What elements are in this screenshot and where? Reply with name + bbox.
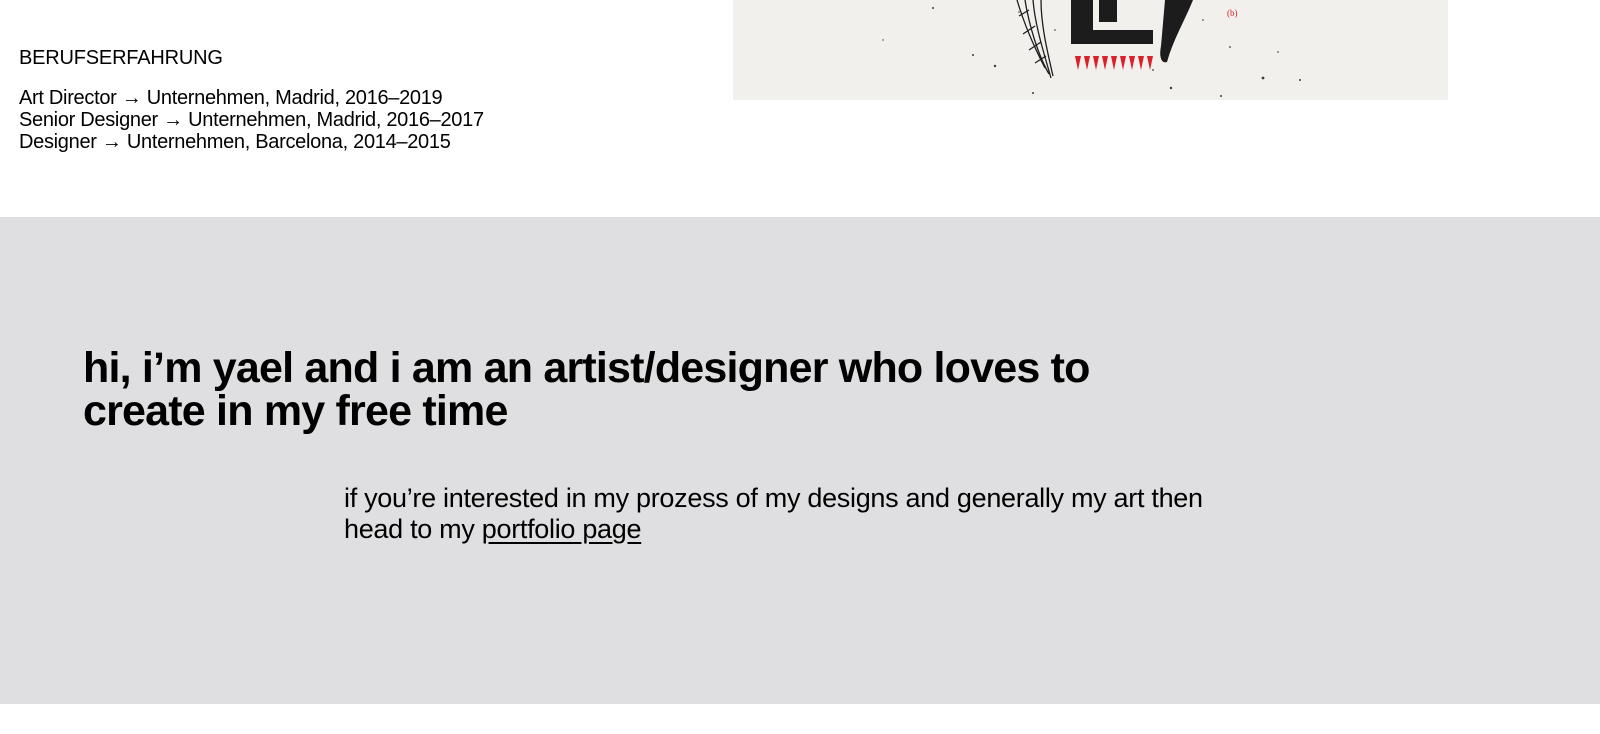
experience-section: BERUFSERFAHRUNG Art Director → Unternehm… <box>19 46 559 153</box>
experience-item: Art Director → Unternehmen, Madrid, 2016… <box>19 87 443 109</box>
intro-text: if you’re interested in my prozess of my… <box>344 483 1203 544</box>
experience-heading: BERUFSERFAHRUNG <box>19 47 223 69</box>
artwork-label: (b) <box>1227 8 1238 18</box>
artwork-image: (b) <box>733 0 1448 100</box>
artwork-illustration: (b) <box>882 0 1301 97</box>
portfolio-link[interactable]: portfolio page <box>482 514 642 544</box>
experience-item: Senior Designer → Unternehmen, Madrid, 2… <box>19 109 484 131</box>
intro-headline: hi, i’m yael and i am an artist/designer… <box>83 344 1090 435</box>
artwork-red-teeth <box>1075 56 1153 70</box>
artwork-dark-curve <box>1160 0 1193 63</box>
experience-item: Designer → Unternehmen, Barcelona, 2014–… <box>19 131 451 153</box>
intro-section: hi, i’m yael and i am an artist/designer… <box>0 217 1600 704</box>
intro-text-block: if you’re interested in my prozess of my… <box>344 483 1244 545</box>
experience-list: Art Director → Unternehmen, Madrid, 2016… <box>19 87 559 153</box>
artwork-plant <box>1016 0 1054 79</box>
